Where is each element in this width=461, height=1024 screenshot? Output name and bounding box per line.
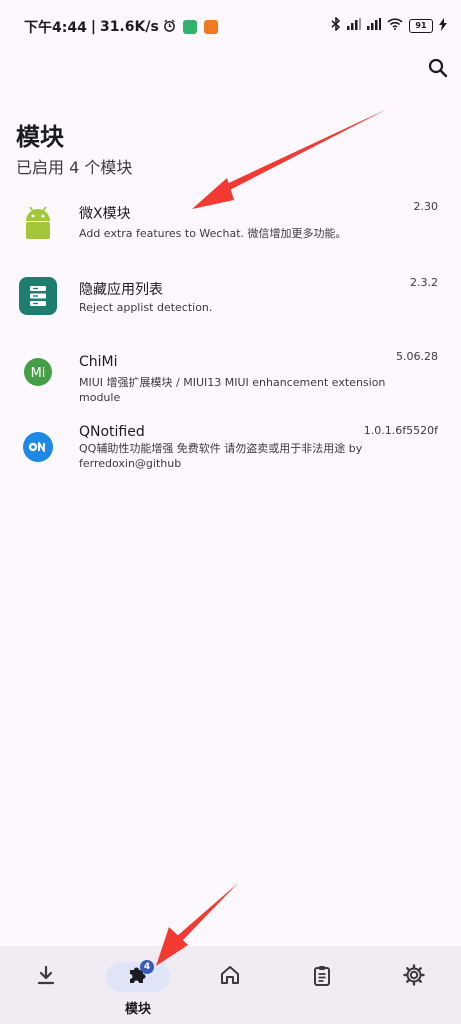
module-version: 2.3.2 — [410, 276, 438, 289]
module-name: ChiMi — [79, 354, 118, 370]
module-version: 5.06.28 — [396, 350, 438, 363]
nav-item-home[interactable] — [184, 946, 276, 1024]
download-icon — [37, 965, 55, 989]
signal-icon-2 — [367, 18, 381, 34]
module-description: MIUI 增强扩展模块 / MIUI13 MIUI enhancement ex… — [79, 376, 386, 404]
module-item-qnotified[interactable]: QNotified QQ辅助性功能增强 免费软件 请勿盗卖或用于非法用途 by … — [0, 414, 461, 492]
clipboard-icon — [313, 965, 331, 990]
battery-icon: 91 — [409, 19, 433, 33]
qnotified-icon — [18, 427, 58, 467]
page-subtitle: 已启用 4 个模块 — [16, 158, 133, 177]
download-app-icon — [203, 20, 218, 34]
status-time: 下午4:44 — [24, 20, 87, 36]
module-description: QQ辅助性功能增强 免费软件 请勿盗卖或用于非法用途 by ferredoxin… — [79, 442, 363, 470]
module-item-hide-applist[interactable]: 隐藏应用列表 Reject applist detection. 2.3.2 — [0, 265, 461, 343]
search-button[interactable] — [423, 55, 453, 85]
android-icon — [18, 203, 58, 243]
shield-icon — [182, 20, 197, 34]
hide-applist-icon — [18, 276, 58, 316]
bluetooth-icon — [331, 16, 341, 35]
nav-pill-active — [106, 962, 170, 992]
nav-pill — [198, 962, 262, 992]
module-name: QNotified — [79, 424, 145, 440]
alarm-icon — [163, 18, 176, 36]
nav-item-modules[interactable]: 模块 — [92, 946, 184, 1024]
nav-pill — [290, 962, 354, 992]
mi-icon: Mi — [18, 352, 58, 392]
nav-item-settings[interactable] — [368, 946, 460, 1024]
module-item-wx[interactable]: 微X模块 Add extra features to Wechat. 微信增加更… — [0, 190, 461, 268]
wifi-icon — [387, 18, 403, 34]
module-description: Add extra features to Wechat. 微信增加更多功能。 — [79, 227, 347, 240]
status-right: 91 — [331, 16, 447, 35]
nav-label: 模块 — [124, 1002, 151, 1017]
module-name: 微X模块 — [79, 206, 131, 222]
status-bar: 下午4:44 | 31.6K/s 91 — [0, 0, 461, 52]
gear-icon — [403, 964, 425, 990]
nav-item-download[interactable] — [0, 946, 92, 1024]
search-icon — [428, 58, 448, 82]
nav-pill — [382, 962, 446, 992]
module-name: 隐藏应用列表 — [79, 282, 163, 298]
status-left: 下午4:44 | 31.6K/s — [24, 17, 218, 37]
module-item-chimi[interactable]: Mi ChiMi MIUI 增强扩展模块 / MIUI13 MIUI enhan… — [0, 340, 461, 418]
module-version: 1.0.1.6f5520f — [363, 424, 438, 437]
page-title: 模块 — [16, 123, 64, 151]
nav-item-logs[interactable] — [276, 946, 368, 1024]
signal-icon — [347, 18, 361, 34]
home-icon — [220, 965, 240, 989]
charging-icon — [439, 17, 447, 35]
nav-pill — [14, 962, 78, 992]
module-version: 2.30 — [413, 200, 439, 213]
status-separator: | — [90, 19, 96, 35]
network-speed: 31.6K/s — [99, 19, 159, 35]
bottom-navigation: 模块 4 — [0, 946, 461, 1024]
module-description: Reject applist detection. — [79, 301, 213, 314]
svg-text:Mi: Mi — [31, 366, 46, 381]
modules-count-badge: 4 — [140, 960, 154, 974]
